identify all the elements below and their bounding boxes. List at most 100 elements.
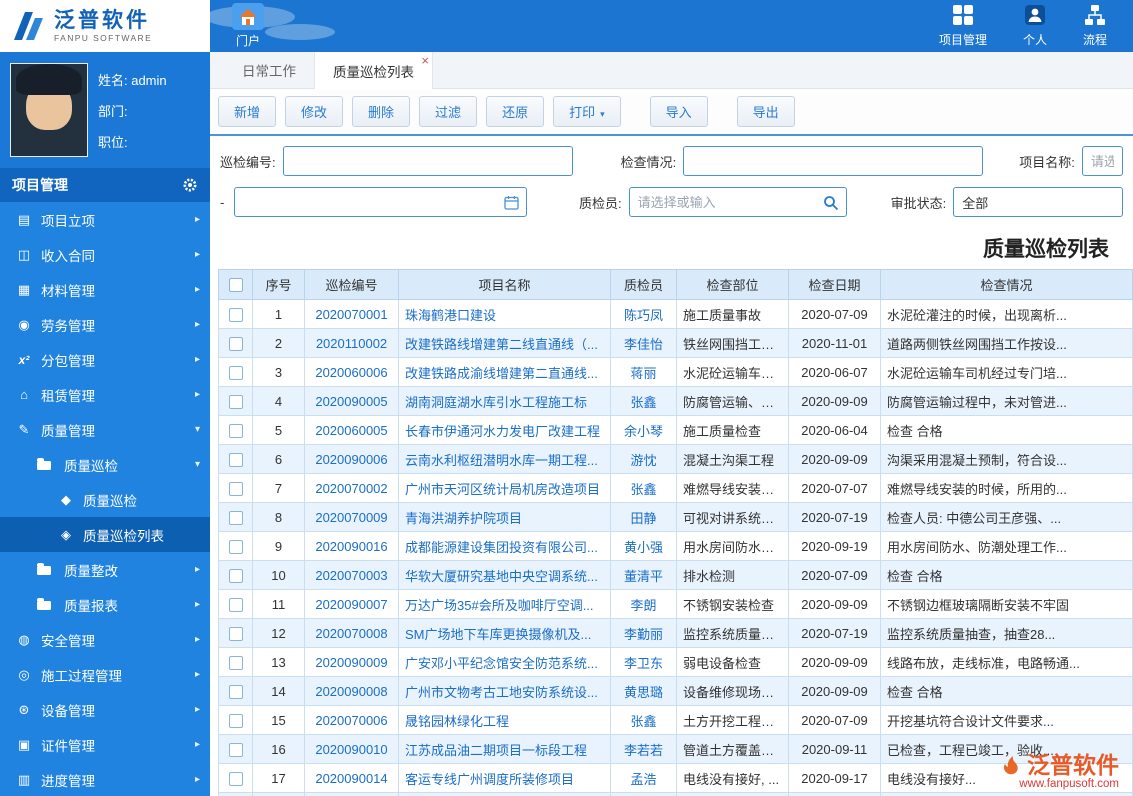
cell-project[interactable]: 珠海鹤港口建设 [398, 299, 611, 329]
table-row[interactable]: 11 2020090007 万达广场35#会所及咖啡厅空调... 李朗 不锈钢安装检查 2… [218, 589, 1133, 619]
import-button[interactable]: 导入 [649, 96, 708, 127]
sidebar-item-quality-report[interactable]: 质量报表 ▸ [0, 587, 210, 622]
row-checkbox[interactable] [228, 365, 243, 380]
sidebar-item-construction-process[interactable]: ◎ 施工过程管理 ▸ [0, 657, 210, 692]
cell-inspector[interactable]: 李佳怡 [610, 328, 677, 358]
cell-inspector[interactable]: 蒋丽 [610, 357, 677, 387]
top-nav-personal[interactable]: 个人 [1023, 4, 1047, 48]
table-row[interactable]: 5 2020060005 长春市伊通河水力发电厂改建工程 余小琴 施工质量检查 2020-… [218, 415, 1133, 445]
cell-project[interactable]: 长春市伊通河水力发电厂改建工程 [398, 415, 611, 445]
table-row[interactable]: 14 2020090008 广州市文物考古工地安防系统设... 黄思璐 设备维修现场查看… [218, 676, 1133, 706]
filter-button[interactable]: 过滤 [419, 96, 478, 127]
row-checkbox[interactable] [228, 539, 243, 554]
cell-code[interactable]: 2020070008 [304, 618, 399, 648]
table-row[interactable]: 9 2020090016 成都能源建设集团投资有限公司... 黄小强 用水房间防水、..… [218, 531, 1133, 561]
cell-code[interactable]: 2020090008 [304, 676, 399, 706]
cell-project[interactable]: 重庆太极制药有限公司亳州中药... [398, 792, 611, 796]
cell-code[interactable]: 2020070001 [304, 299, 399, 329]
inspection-no-input[interactable] [282, 146, 573, 176]
row-checkbox[interactable] [228, 771, 243, 786]
cell-inspector[interactable]: 李卫东 [610, 647, 677, 677]
sidebar-item-quality[interactable]: ✎ 质量管理 ▾ [0, 412, 210, 447]
row-checkbox[interactable] [228, 481, 243, 496]
add-button[interactable]: 新增 [218, 96, 277, 127]
cell-code[interactable]: 2020090016 [304, 531, 399, 561]
cell-code[interactable]: 2020070009 [304, 502, 399, 532]
cell-inspector[interactable]: 李勤丽 [610, 618, 677, 648]
row-checkbox[interactable] [228, 713, 243, 728]
sidebar-item-income-contract[interactable]: ◫ 收入合同 ▸ [0, 237, 210, 272]
row-checkbox[interactable] [228, 394, 243, 409]
cell-code[interactable]: 2020060005 [304, 415, 399, 445]
table-row[interactable]: 4 2020090005 湖南洞庭湖水库引水工程施工标 张鑫 防腐管运输、布管 2020-… [218, 386, 1133, 416]
table-row[interactable]: 16 2020090010 江苏成品油二期项目一标段工程 李若若 管道土方覆盖抽查 202… [218, 734, 1133, 764]
cell-project[interactable]: 云南水利枢纽潜明水库一期工程... [398, 444, 611, 474]
tab-daily-work[interactable]: 日常工作 [224, 52, 314, 88]
row-checkbox[interactable] [228, 452, 243, 467]
row-checkbox[interactable] [228, 742, 243, 757]
delete-button[interactable]: 删除 [352, 96, 411, 127]
cell-inspector[interactable]: 黄思璐 [610, 676, 677, 706]
sidebar-item-labor[interactable]: ◉ 劳务管理 ▸ [0, 307, 210, 342]
cell-project[interactable]: 华软大厦研究基地中央空调系统... [398, 560, 611, 590]
cell-code[interactable]: 2020060006 [304, 357, 399, 387]
cell-inspector[interactable]: 余小琴 [610, 415, 677, 445]
cell-project[interactable]: 客运专线广州调度所装修项目 [398, 763, 611, 793]
table-row[interactable]: 8 2020070009 青海洪湖养护院项目 田静 可视对讲系统检查 2020-07-19… [218, 502, 1133, 532]
print-button[interactable]: 打印 ▾ [553, 96, 621, 127]
cell-project[interactable]: 改建铁路成渝线增建第二直通线... [398, 357, 611, 387]
table-row[interactable]: 13 2020090009 广安邓小平纪念馆安全防范系统... 李卫东 弱电设备检查 20… [218, 647, 1133, 677]
table-row[interactable]: 3 2020060006 改建铁路成渝线增建第二直通线... 蒋丽 水泥砼运输车检查 20… [218, 357, 1133, 387]
cell-inspector[interactable]: 张鑫 [610, 386, 677, 416]
cell-project[interactable]: 改建铁路线增建第二线直通线（... [398, 328, 611, 358]
row-checkbox[interactable] [228, 684, 243, 699]
cell-project[interactable]: 江苏成品油二期项目一标段工程 [398, 734, 611, 764]
portal-tab[interactable]: 门户 [232, 0, 264, 52]
sidebar-item-progress[interactable]: ▥ 进度管理 ▸ [0, 762, 210, 796]
sidebar-item-certificate[interactable]: ▣ 证件管理 ▸ [0, 727, 210, 762]
table-row[interactable]: 7 2020070002 广州市天河区统计局机房改造项目 张鑫 难燃导线安装检查 2020… [218, 473, 1133, 503]
table-row[interactable]: 2 2020110002 改建铁路线增建第二线直通线（... 李佳怡 铁丝网围挡工作..… [218, 328, 1133, 358]
cell-code[interactable]: 2020090006 [304, 444, 399, 474]
row-checkbox[interactable] [228, 510, 243, 525]
table-row[interactable]: 182020040002重庆太极制药有限公司亳州中药...王可可防水2020-0… [218, 792, 1133, 796]
cell-inspector[interactable]: 黄小强 [610, 531, 677, 561]
gear-icon[interactable] [182, 177, 198, 196]
table-row[interactable]: 6 2020090006 云南水利枢纽潜明水库一期工程... 游忱 混凝土沟渠工程 202… [218, 444, 1133, 474]
cell-project[interactable]: 广州市天河区统计局机房改造项目 [398, 473, 611, 503]
cell-code[interactable]: 2020090005 [304, 386, 399, 416]
cell-code[interactable]: 2020090007 [304, 589, 399, 619]
cell-project[interactable]: 青海洪湖养护院项目 [398, 502, 611, 532]
cell-project[interactable]: 广州市文物考古工地安防系统设... [398, 676, 611, 706]
cell-inspector[interactable]: 董清平 [610, 560, 677, 590]
edit-button[interactable]: 修改 [285, 96, 344, 127]
cell-project[interactable]: 湖南洞庭湖水库引水工程施工标 [398, 386, 611, 416]
cell-inspector[interactable]: 游忱 [610, 444, 677, 474]
sidebar-item-quality-rectification[interactable]: 质量整改 ▸ [0, 552, 210, 587]
row-checkbox[interactable] [228, 626, 243, 641]
top-nav-project-mgmt[interactable]: 项目管理 [939, 4, 987, 48]
cell-inspector[interactable]: 李朗 [610, 589, 677, 619]
select-all-checkbox[interactable] [228, 278, 243, 293]
project-name-input[interactable] [1081, 146, 1123, 176]
table-row[interactable]: 12 2020070008 SM广场地下车库更换摄像机及... 李勤丽 监控系统质量抽查… [218, 618, 1133, 648]
sidebar-item-quality-inspection-entry[interactable]: ◆ 质量巡检 [0, 482, 210, 517]
calendar-icon[interactable] [504, 195, 519, 213]
restore-button[interactable]: 还原 [486, 96, 545, 127]
cell-project[interactable]: 晟铭园林绿化工程 [398, 705, 611, 735]
cell-inspector[interactable]: 田静 [610, 502, 677, 532]
top-nav-workflow[interactable]: 流程 [1083, 4, 1107, 48]
sidebar-item-quality-inspection-list[interactable]: ◈ 质量巡检列表 [0, 517, 210, 552]
cell-inspector[interactable]: 李若若 [610, 734, 677, 764]
sidebar-item-safety[interactable]: ◍ 安全管理 ▸ [0, 622, 210, 657]
table-row[interactable]: 15 2020070006 晟铭园林绿化工程 张鑫 土方开挖工程检查 2020-07-09… [218, 705, 1133, 735]
inspector-input[interactable] [628, 187, 847, 217]
tab-quality-inspection-list[interactable]: 质量巡检列表 × [314, 52, 433, 89]
sidebar-item-quality-inspection[interactable]: 质量巡检 ▾ [0, 447, 210, 482]
row-checkbox[interactable] [228, 655, 243, 670]
row-checkbox[interactable] [228, 597, 243, 612]
check-status-input[interactable] [683, 146, 984, 176]
table-row[interactable]: 10 2020070003 华软大厦研究基地中央空调系统... 董清平 排水检测 2020… [218, 560, 1133, 590]
row-checkbox[interactable] [228, 568, 243, 583]
row-checkbox[interactable] [228, 307, 243, 322]
